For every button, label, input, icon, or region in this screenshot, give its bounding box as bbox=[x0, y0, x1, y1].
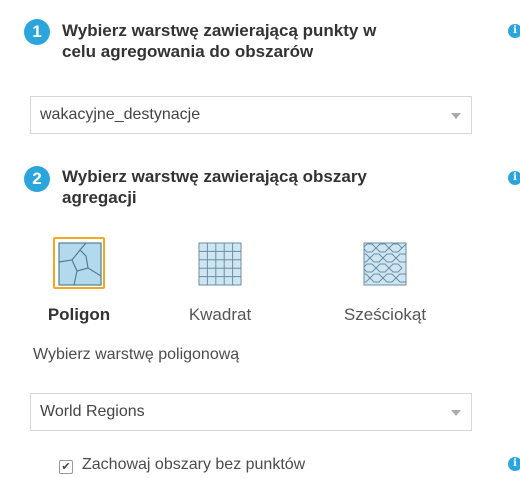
square-grid-icon bbox=[198, 242, 242, 286]
step-2-title-line1: Wybierz warstwę zawierającą obszary bbox=[62, 167, 367, 186]
points-layer-select-value: wakacyjne_destynacje bbox=[40, 106, 201, 123]
step-1-badge: 1 bbox=[24, 19, 50, 45]
shape-option-square[interactable] bbox=[198, 242, 242, 291]
shape-label-polygon: Poligon bbox=[47, 305, 111, 324]
step-2-badge: 2 bbox=[24, 166, 50, 192]
chevron-down-icon bbox=[451, 410, 461, 416]
chevron-down-icon bbox=[451, 113, 461, 119]
info-icon[interactable]: i bbox=[508, 457, 520, 471]
step-1-title: Wybierz warstwę zawierającą punkty w cel… bbox=[62, 20, 482, 62]
area-layer-select-value: World Regions bbox=[40, 403, 145, 420]
points-layer-select[interactable]: wakacyjne_destynacje bbox=[30, 96, 472, 134]
shape-label-square: Kwadrat bbox=[188, 305, 252, 324]
shape-option-polygon[interactable] bbox=[53, 237, 105, 289]
layer-prompt-label: Wybierz warstwę poligonową bbox=[33, 346, 240, 363]
hexagon-grid-icon bbox=[363, 242, 407, 286]
info-icon[interactable]: i bbox=[508, 24, 520, 38]
keep-empty-areas-checkbox[interactable]: ✔ bbox=[59, 460, 73, 474]
info-icon[interactable]: i bbox=[508, 171, 520, 185]
keep-empty-areas-label: Zachowaj obszary bez punktów bbox=[82, 456, 306, 473]
step-1-title-line2: celu agregowania do obszarów bbox=[62, 42, 314, 61]
area-layer-select[interactable]: World Regions bbox=[30, 393, 472, 431]
shape-label-hexagon: Sześciokąt bbox=[343, 305, 427, 324]
step-2-title-line2: agregacji bbox=[62, 188, 137, 207]
step-1-title-line1: Wybierz warstwę zawierającą punkty w bbox=[62, 21, 377, 40]
shape-option-hexagon[interactable] bbox=[363, 242, 407, 291]
step-2-title: Wybierz warstwę zawierającą obszary agre… bbox=[62, 166, 482, 208]
polygon-icon bbox=[58, 242, 102, 286]
